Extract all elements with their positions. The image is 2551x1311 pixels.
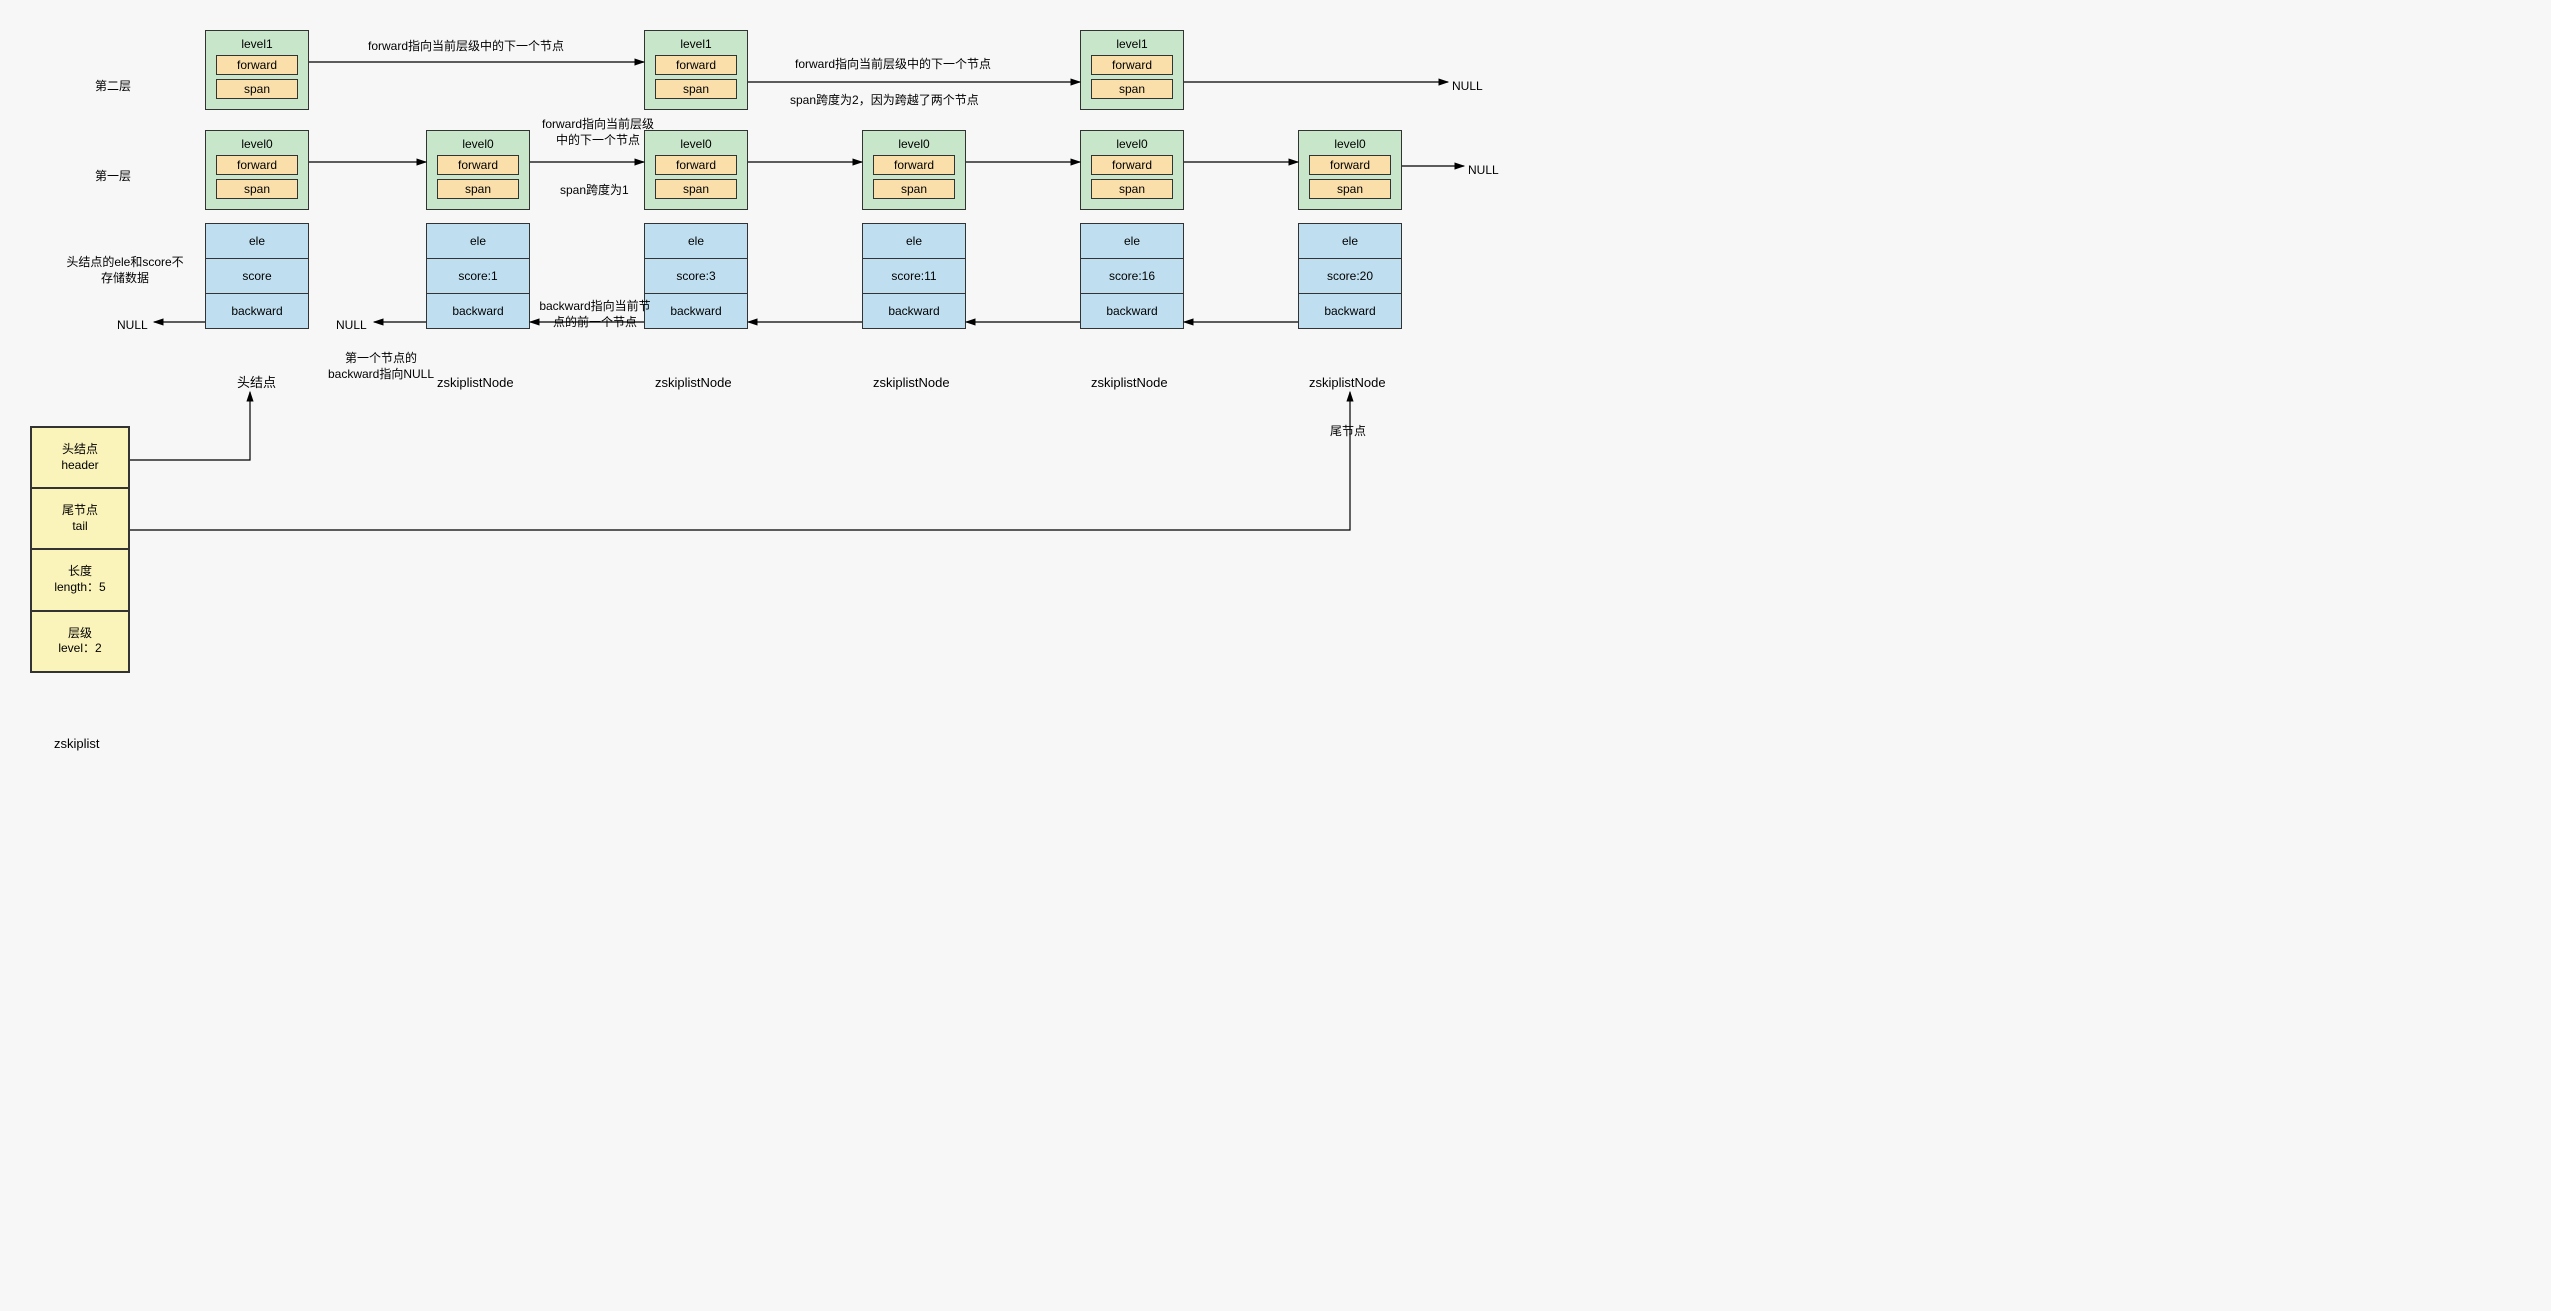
annot-first-bwd: 第一个节点的 backward指向NULL (326, 350, 436, 382)
n3-level0: level0 forward span (862, 130, 966, 210)
null-head-bwd: NULL (117, 317, 148, 333)
n4-label: zskiplistNode (1091, 374, 1168, 392)
null-l0-end: NULL (1468, 162, 1499, 178)
annot-span1: span跨度为1 (560, 182, 629, 198)
head-level1: level1 forward span (205, 30, 309, 110)
annot-tail: 尾节点 (1330, 423, 1366, 439)
connectors (0, 0, 1560, 800)
span-box: span (216, 179, 298, 199)
zskiplist-level: 层级 level：2 (30, 610, 130, 673)
n2-label: zskiplistNode (655, 374, 732, 392)
n2-data: ele score:3 backward (644, 223, 748, 329)
n4-data: ele score:16 backward (1080, 223, 1184, 329)
level1-title: level1 (210, 37, 304, 51)
annot-bwd-note: backward指向当前节 点的前一个节点 (535, 298, 655, 330)
zskiplist-struct: 头结点 header 尾节点 tail 长度 length：5 层级 level… (30, 426, 130, 673)
zskiplist-header: 头结点 header (30, 426, 130, 489)
span-box: span (216, 79, 298, 99)
null-l1-end: NULL (1452, 78, 1483, 94)
n2-level0: level0 forward span (644, 130, 748, 210)
n5-level0: level0 forward span (1298, 130, 1402, 210)
n5-data: ele score:20 backward (1298, 223, 1402, 329)
head-data: ele score backward (205, 223, 309, 329)
annot-fwd-l0: forward指向当前层级 中的下一个节点 (538, 116, 658, 148)
zskiplist-tail: 尾节点 tail (30, 487, 130, 550)
n3-data: ele score:11 backward (862, 223, 966, 329)
n4-level0: level0 forward span (1080, 130, 1184, 210)
annot-head-note: 头结点的ele和score不 存储数据 (55, 254, 195, 286)
n1-level0: level0 forward span (426, 130, 530, 210)
layer-1-label: 第一层 (95, 168, 131, 184)
null-n1-bwd: NULL (336, 317, 367, 333)
n3-label: zskiplistNode (873, 374, 950, 392)
head-label: 头结点 (237, 374, 276, 392)
n4-level1: level1 forward span (1080, 30, 1184, 110)
annot-fwd-l1-b: forward指向当前层级中的下一个节点 (795, 56, 991, 72)
zskiplist-label: zskiplist (54, 735, 100, 753)
n2-level1: level1 forward span (644, 30, 748, 110)
layer-2-label: 第二层 (95, 78, 131, 94)
n1-data: ele score:1 backward (426, 223, 530, 329)
forward-box: forward (216, 155, 298, 175)
forward-box: forward (216, 55, 298, 75)
annot-fwd-l1-a: forward指向当前层级中的下一个节点 (368, 38, 564, 54)
n1-label: zskiplistNode (437, 374, 514, 392)
n5-label: zskiplistNode (1309, 374, 1386, 392)
annot-span2: span跨度为2，因为跨越了两个节点 (790, 92, 979, 108)
head-level0: level0 forward span (205, 130, 309, 210)
level0-title: level0 (210, 137, 304, 151)
zskiplist-length: 长度 length：5 (30, 548, 130, 611)
